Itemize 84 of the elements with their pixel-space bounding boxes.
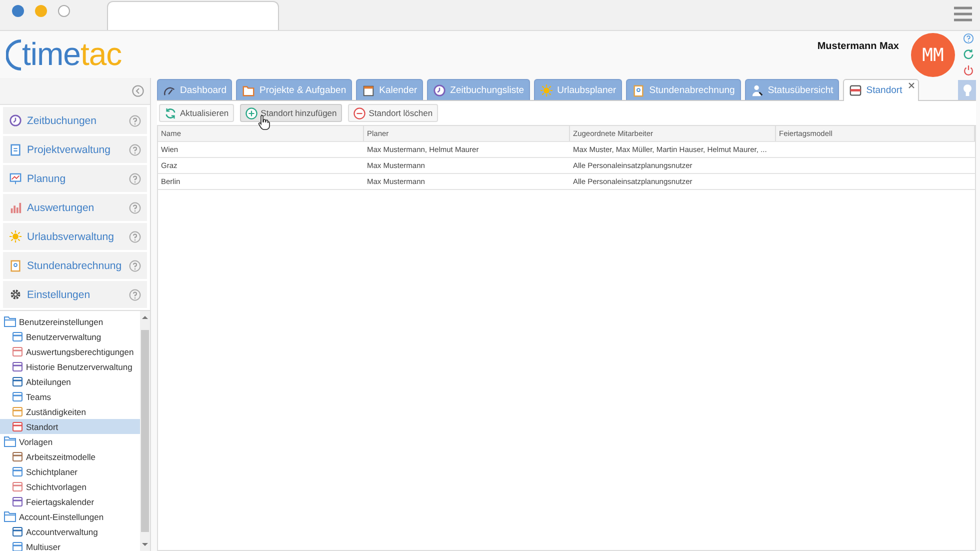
clock-icon — [433, 84, 446, 96]
calendar-icon — [362, 84, 376, 96]
help-icon[interactable] — [129, 172, 141, 184]
help-icon[interactable] — [129, 288, 141, 300]
help-icon[interactable] — [129, 144, 141, 156]
item-icon — [12, 406, 23, 417]
tree-item[interactable]: Benutzerverwaltung — [0, 329, 140, 344]
sidebar-menu-item[interactable]: Urlaubsverwaltung — [3, 223, 147, 250]
menu-icon[interactable] — [954, 6, 972, 22]
item-icon — [12, 376, 23, 387]
tree-folder[interactable]: Vorlagen — [0, 434, 140, 449]
toolbar-button[interactable]: Aktualisieren — [159, 104, 234, 122]
clock-icon — [9, 114, 22, 127]
tree-item[interactable]: Schichtvorlagen — [0, 479, 140, 494]
sidebar-menu-item[interactable]: Stundenabrechnung — [3, 252, 147, 279]
scroll-up-icon[interactable] — [142, 314, 148, 320]
tree-folder[interactable]: Benutzereinstellungen — [0, 314, 140, 329]
scroll-down-icon[interactable] — [142, 542, 148, 548]
power-icon[interactable] — [963, 65, 974, 76]
sidebar-menu-item[interactable]: Auswertungen — [3, 194, 147, 221]
tree-item[interactable]: Auswertungsberechtigungen — [0, 344, 140, 359]
logo[interactable]: timetac — [22, 37, 122, 71]
help-icon[interactable] — [129, 260, 141, 272]
help-icon[interactable] — [129, 114, 141, 126]
browser-tab[interactable] — [107, 1, 279, 30]
item-icon — [12, 391, 23, 402]
user-name: Mustermann Max — [817, 41, 899, 52]
window-dot-icon[interactable] — [58, 4, 70, 16]
tree-item[interactable]: Feiertagskalender — [0, 494, 140, 509]
remove-icon — [352, 106, 366, 120]
tree-item[interactable]: Teams — [0, 389, 140, 404]
tree-item[interactable]: Arbeitszeitmodelle — [0, 449, 140, 464]
clipboard-icon — [9, 143, 22, 156]
item-icon — [12, 526, 23, 537]
sidebar-menu-item[interactable]: Projektverwaltung — [3, 136, 147, 163]
gear-icon — [9, 288, 22, 301]
tree-item[interactable]: Schichtplaner — [0, 464, 140, 479]
refresh-icon[interactable] — [963, 49, 974, 60]
tips-button[interactable] — [958, 80, 976, 100]
person-icon — [750, 84, 764, 96]
bars-icon — [9, 201, 22, 214]
item-icon — [12, 481, 23, 492]
item-icon — [12, 346, 23, 357]
chart-icon — [9, 172, 22, 185]
tree-folder[interactable]: Account-Einstellungen — [0, 509, 140, 524]
item-icon — [12, 361, 23, 372]
scrollbar[interactable] — [140, 311, 150, 551]
window-dot-icon[interactable] — [35, 4, 47, 16]
help-icon[interactable] — [129, 202, 141, 214]
tab[interactable]: Standort — [843, 79, 920, 101]
folder-icon — [242, 84, 256, 96]
sidebar-menu-item[interactable]: Planung — [3, 165, 147, 192]
item-icon — [12, 421, 23, 432]
item-icon — [12, 496, 23, 507]
help-icon[interactable] — [963, 33, 974, 44]
sun-icon — [9, 230, 22, 243]
toolbar-button[interactable]: Standort löschen — [348, 104, 438, 122]
badge-icon — [9, 259, 22, 272]
toolbar-button[interactable]: Standort hinzufügen — [240, 104, 342, 122]
close-icon[interactable] — [908, 82, 916, 89]
logo-ring-icon — [6, 37, 22, 71]
folder-icon — [4, 436, 16, 447]
sidebar-menu-item[interactable]: Zeitbuchungen — [3, 107, 147, 134]
tree-item[interactable]: Zuständigkeiten — [0, 404, 140, 419]
box-icon — [849, 84, 862, 97]
item-icon — [12, 451, 23, 462]
lightbulb-icon — [962, 84, 972, 96]
add-icon — [244, 106, 258, 120]
collapse-icon[interactable] — [132, 85, 144, 97]
tree-item[interactable]: Accountverwaltung — [0, 524, 140, 539]
tree-item[interactable]: Abteilungen — [0, 374, 140, 389]
item-icon — [12, 331, 23, 342]
sun-icon — [540, 84, 554, 96]
window-dot-icon[interactable] — [12, 4, 24, 16]
item-icon — [12, 466, 23, 477]
help-icon[interactable] — [129, 230, 141, 242]
folder-icon — [4, 316, 16, 327]
folder-icon — [4, 511, 16, 522]
tree-item[interactable]: Historie Benutzerverwaltung — [0, 359, 140, 374]
tree-item[interactable]: Multiuser — [0, 539, 140, 551]
sidebar-menu-item[interactable]: Einstellungen — [3, 281, 147, 308]
badge-icon — [632, 84, 646, 96]
refresh-icon — [164, 106, 177, 120]
tree-item[interactable]: Standort — [0, 419, 140, 434]
